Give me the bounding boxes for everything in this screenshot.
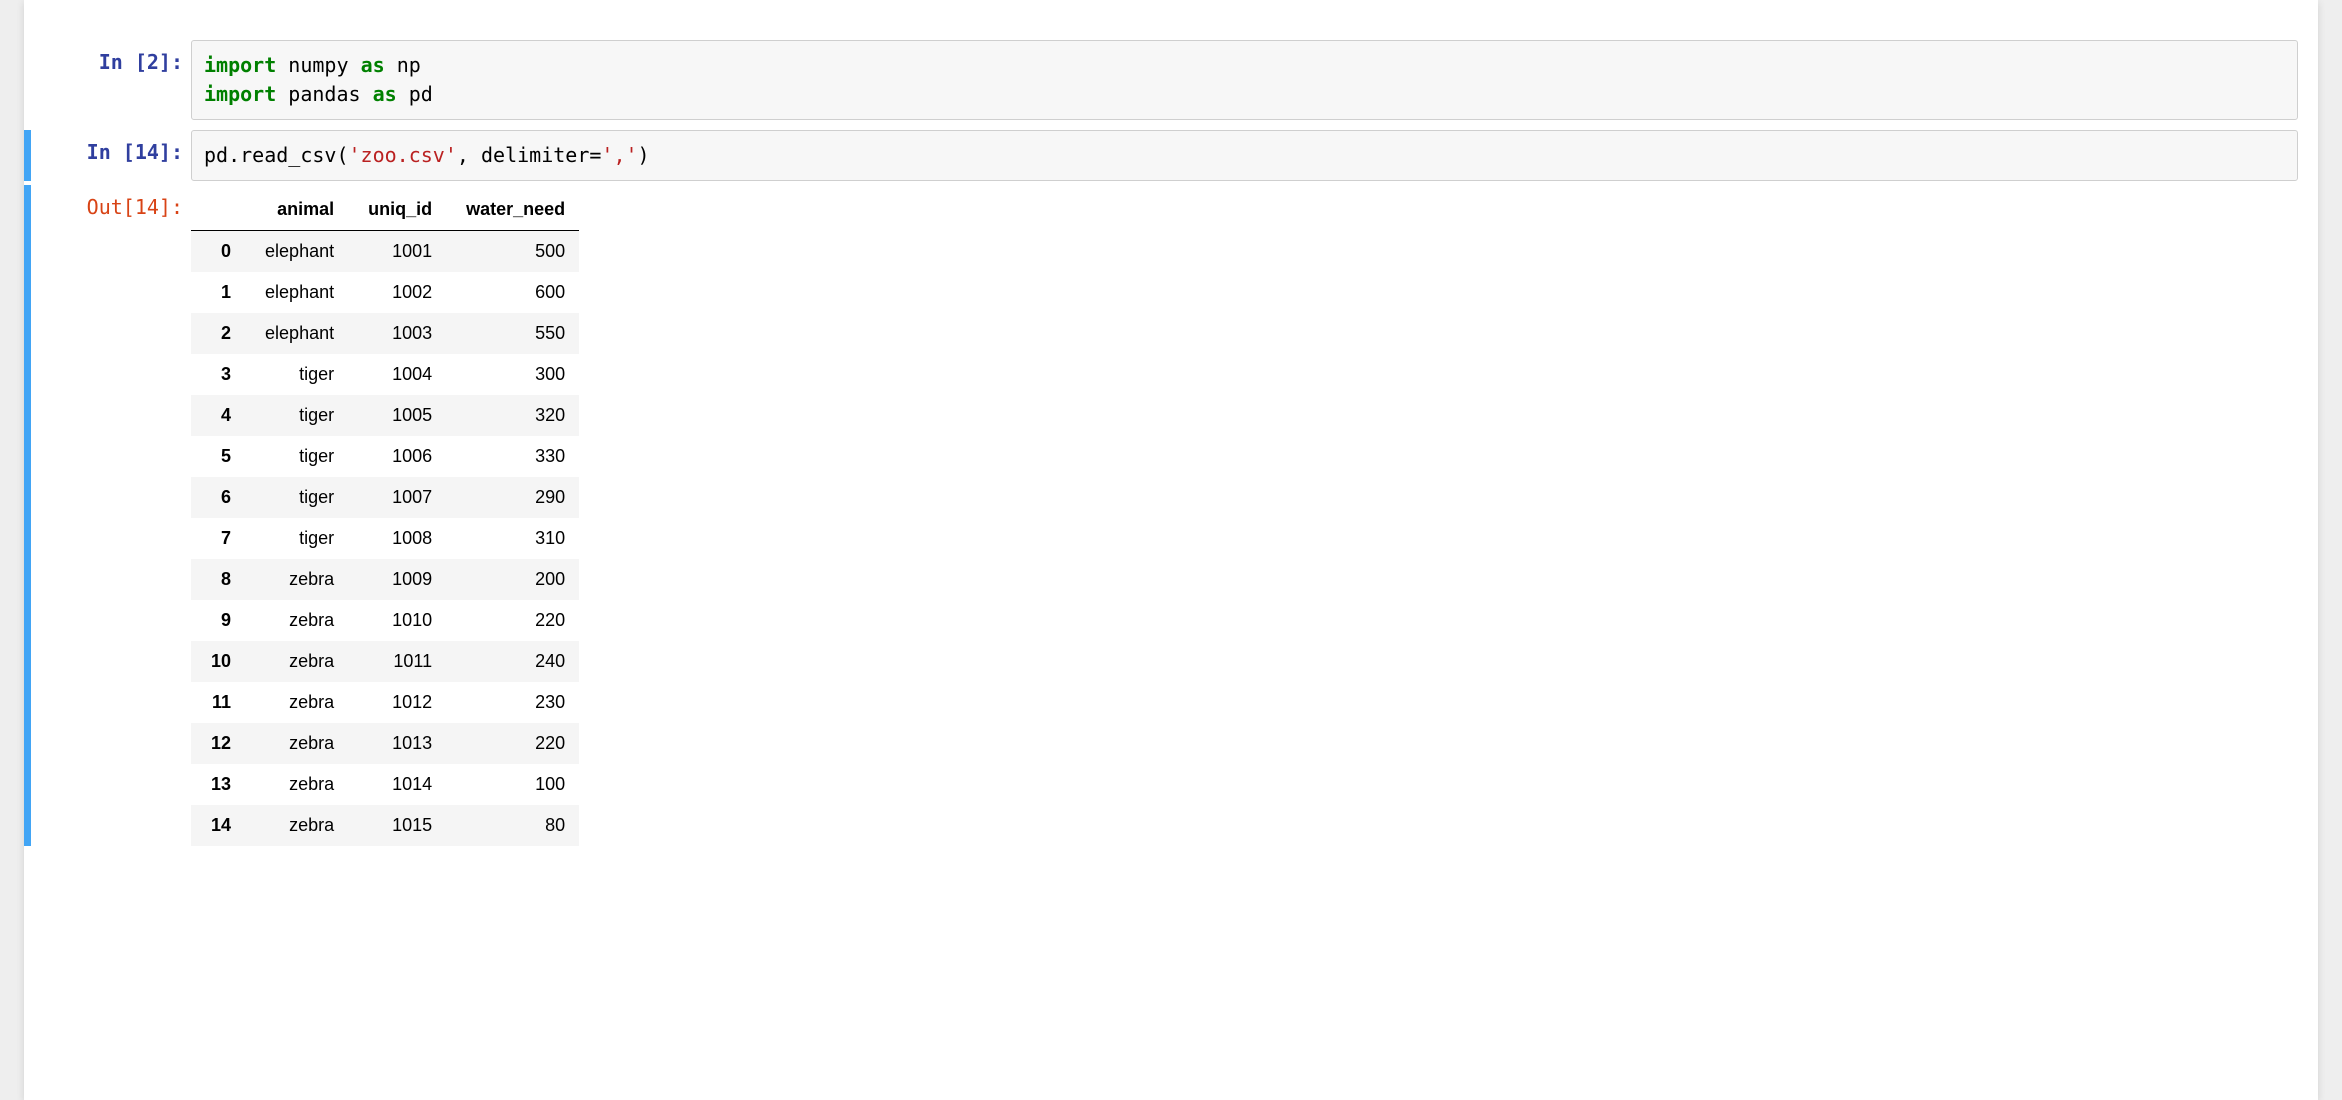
dataframe-cell: 1008 bbox=[348, 518, 446, 559]
table-row: 7tiger1008310 bbox=[191, 518, 579, 559]
input-prompt: In [2]: bbox=[31, 40, 191, 120]
dataframe-cell: 80 bbox=[446, 805, 579, 846]
dataframe-row-index: 2 bbox=[191, 313, 245, 354]
output-content: animal uniq_id water_need 0elephant10015… bbox=[191, 185, 2318, 846]
dataframe-cell: elephant bbox=[245, 313, 348, 354]
dataframe-cell: 550 bbox=[446, 313, 579, 354]
dataframe-cell: zebra bbox=[245, 641, 348, 682]
dataframe-cell: elephant bbox=[245, 272, 348, 313]
table-row: 12zebra1013220 bbox=[191, 723, 579, 764]
dataframe-col-header: uniq_id bbox=[348, 189, 446, 231]
dataframe-row-index: 11 bbox=[191, 682, 245, 723]
dataframe-cell: tiger bbox=[245, 518, 348, 559]
dataframe-cell: elephant bbox=[245, 231, 348, 273]
dataframe-cell: zebra bbox=[245, 764, 348, 805]
cell-content: import numpy as np import pandas as pd bbox=[191, 40, 2318, 120]
dataframe-cell: zebra bbox=[245, 600, 348, 641]
dataframe-cell: 240 bbox=[446, 641, 579, 682]
dataframe-cell: zebra bbox=[245, 723, 348, 764]
dataframe-head: animal uniq_id water_need bbox=[191, 189, 579, 231]
dataframe-cell: 220 bbox=[446, 723, 579, 764]
dataframe-row-index: 4 bbox=[191, 395, 245, 436]
table-row: 4tiger1005320 bbox=[191, 395, 579, 436]
dataframe-cell: 1002 bbox=[348, 272, 446, 313]
table-row: 3tiger1004300 bbox=[191, 354, 579, 395]
table-row: 14zebra101580 bbox=[191, 805, 579, 846]
dataframe-col-header: water_need bbox=[446, 189, 579, 231]
dataframe-cell: zebra bbox=[245, 559, 348, 600]
output-prompt: Out[14]: bbox=[31, 185, 191, 219]
dataframe-cell: 200 bbox=[446, 559, 579, 600]
dataframe-cell: 1013 bbox=[348, 723, 446, 764]
dataframe-cell: tiger bbox=[245, 477, 348, 518]
dataframe-cell: 1001 bbox=[348, 231, 446, 273]
table-row: 6tiger1007290 bbox=[191, 477, 579, 518]
dataframe-cell: 1005 bbox=[348, 395, 446, 436]
dataframe-cell: 330 bbox=[446, 436, 579, 477]
dataframe-cell: zebra bbox=[245, 805, 348, 846]
dataframe-row-index: 1 bbox=[191, 272, 245, 313]
dataframe-cell: 1004 bbox=[348, 354, 446, 395]
dataframe-row-index: 13 bbox=[191, 764, 245, 805]
notebook-page: In [2]: import numpy as np import pandas… bbox=[24, 0, 2318, 1100]
dataframe-cell: 100 bbox=[446, 764, 579, 805]
dataframe-row-index: 7 bbox=[191, 518, 245, 559]
dataframe-col-header: animal bbox=[245, 189, 348, 231]
dataframe-cell: 1003 bbox=[348, 313, 446, 354]
dataframe-corner bbox=[191, 189, 245, 231]
dataframe-cell: 290 bbox=[446, 477, 579, 518]
notebook-output: Out[14]: animal uniq_id water_need 0elep… bbox=[24, 185, 2318, 846]
notebook-cell-selected[interactable]: In [14]: pd.read_csv('zoo.csv', delimite… bbox=[24, 130, 2318, 181]
dataframe-cell: 310 bbox=[446, 518, 579, 559]
dataframe-cell: 1011 bbox=[348, 641, 446, 682]
cell-content: pd.read_csv('zoo.csv', delimiter=',') bbox=[191, 130, 2318, 181]
table-row: 10zebra1011240 bbox=[191, 641, 579, 682]
dataframe-cell: 1012 bbox=[348, 682, 446, 723]
dataframe-row-index: 14 bbox=[191, 805, 245, 846]
dataframe-cell: zebra bbox=[245, 682, 348, 723]
dataframe-row-index: 9 bbox=[191, 600, 245, 641]
dataframe-cell: tiger bbox=[245, 395, 348, 436]
dataframe-body: 0elephant10015001elephant10026002elephan… bbox=[191, 231, 579, 847]
dataframe-cell: 1006 bbox=[348, 436, 446, 477]
table-row: 11zebra1012230 bbox=[191, 682, 579, 723]
code-input[interactable]: pd.read_csv('zoo.csv', delimiter=',') bbox=[191, 130, 2298, 181]
dataframe-row-index: 5 bbox=[191, 436, 245, 477]
dataframe-cell: 1009 bbox=[348, 559, 446, 600]
code-input[interactable]: import numpy as np import pandas as pd bbox=[191, 40, 2298, 120]
table-row: 8zebra1009200 bbox=[191, 559, 579, 600]
table-row: 9zebra1010220 bbox=[191, 600, 579, 641]
dataframe-row-index: 12 bbox=[191, 723, 245, 764]
dataframe-cell: tiger bbox=[245, 436, 348, 477]
dataframe-cell: tiger bbox=[245, 354, 348, 395]
dataframe-cell: 1015 bbox=[348, 805, 446, 846]
dataframe-cell: 220 bbox=[446, 600, 579, 641]
table-row: 5tiger1006330 bbox=[191, 436, 579, 477]
dataframe-row-index: 0 bbox=[191, 231, 245, 273]
dataframe-cell: 1014 bbox=[348, 764, 446, 805]
dataframe-cell: 600 bbox=[446, 272, 579, 313]
dataframe-cell: 500 bbox=[446, 231, 579, 273]
dataframe-table: animal uniq_id water_need 0elephant10015… bbox=[191, 189, 579, 846]
dataframe-cell: 230 bbox=[446, 682, 579, 723]
dataframe-row-index: 6 bbox=[191, 477, 245, 518]
dataframe-cell: 1007 bbox=[348, 477, 446, 518]
dataframe-row-index: 8 bbox=[191, 559, 245, 600]
input-prompt: In [14]: bbox=[31, 130, 191, 181]
dataframe-cell: 300 bbox=[446, 354, 579, 395]
table-row: 13zebra1014100 bbox=[191, 764, 579, 805]
dataframe-row-index: 3 bbox=[191, 354, 245, 395]
notebook-cell[interactable]: In [2]: import numpy as np import pandas… bbox=[24, 40, 2318, 120]
table-row: 1elephant1002600 bbox=[191, 272, 579, 313]
dataframe-row-index: 10 bbox=[191, 641, 245, 682]
table-row: 2elephant1003550 bbox=[191, 313, 579, 354]
dataframe-cell: 320 bbox=[446, 395, 579, 436]
table-row: 0elephant1001500 bbox=[191, 231, 579, 273]
dataframe-cell: 1010 bbox=[348, 600, 446, 641]
